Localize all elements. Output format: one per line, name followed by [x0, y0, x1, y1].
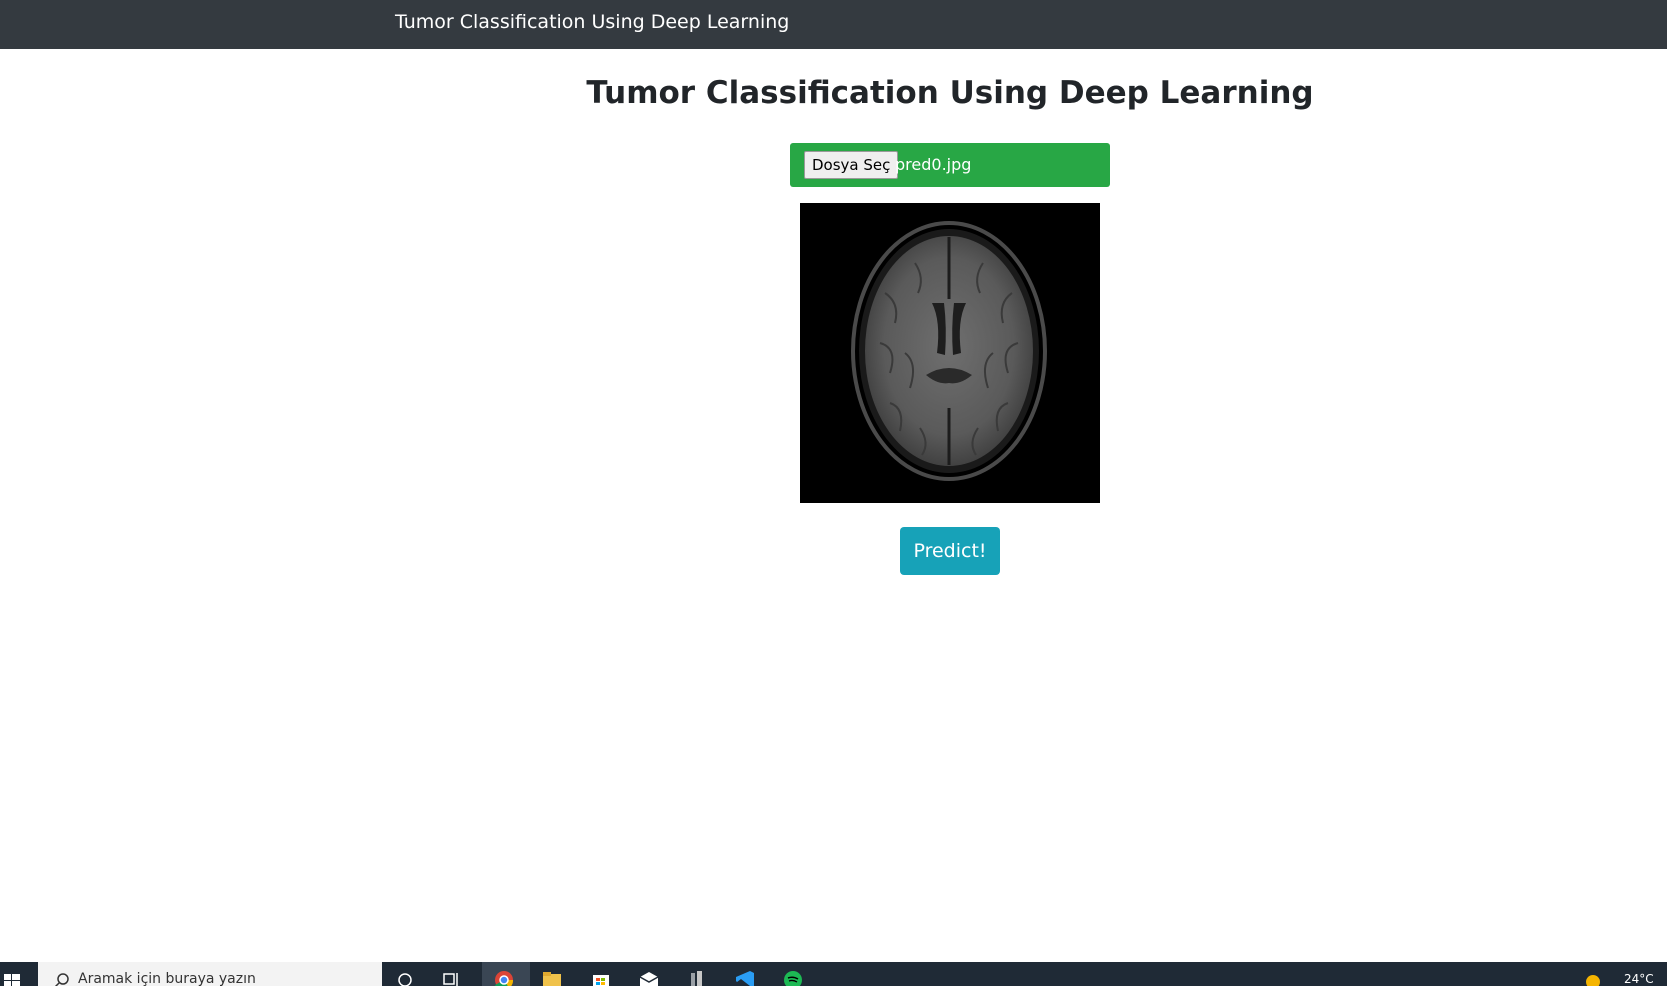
- uploaded-image-preview: [800, 203, 1100, 503]
- vscode-icon[interactable]: [734, 969, 756, 986]
- predict-button[interactable]: Predict!: [900, 527, 1000, 575]
- weather-icon[interactable]: [1582, 969, 1604, 986]
- windows-start-icon[interactable]: [0, 962, 38, 986]
- navbar-brand[interactable]: Tumor Classification Using Deep Learning: [395, 10, 789, 34]
- search-icon: [54, 973, 69, 986]
- choose-file-button[interactable]: Dosya Seç: [804, 151, 899, 179]
- selected-file-name: pred0.jpg: [895, 155, 972, 174]
- file-explorer-icon[interactable]: [541, 969, 563, 986]
- brain-mri-image: [800, 203, 1100, 503]
- store-icon[interactable]: [590, 969, 612, 986]
- taskbar-search-box[interactable]: Aramak için buraya yazın: [38, 962, 382, 987]
- chrome-icon[interactable]: [493, 969, 515, 986]
- task-view-icon[interactable]: [440, 969, 462, 986]
- file-upload-field[interactable]: Dosya Seç pred0.jpg: [790, 143, 1110, 187]
- spotify-icon[interactable]: [782, 969, 804, 986]
- cortana-icon[interactable]: [394, 969, 416, 986]
- search-placeholder: Aramak için buraya yazın: [78, 971, 256, 987]
- top-navbar: Tumor Classification Using Deep Learning: [0, 0, 1667, 49]
- page-title: Tumor Classification Using Deep Learning: [586, 75, 1314, 111]
- weather-temperature[interactable]: 24°C: [1624, 972, 1654, 986]
- mail-icon[interactable]: [638, 969, 660, 986]
- app-icon[interactable]: [686, 969, 708, 986]
- windows-taskbar: Aramak için buraya yazın 24°C: [0, 962, 1667, 987]
